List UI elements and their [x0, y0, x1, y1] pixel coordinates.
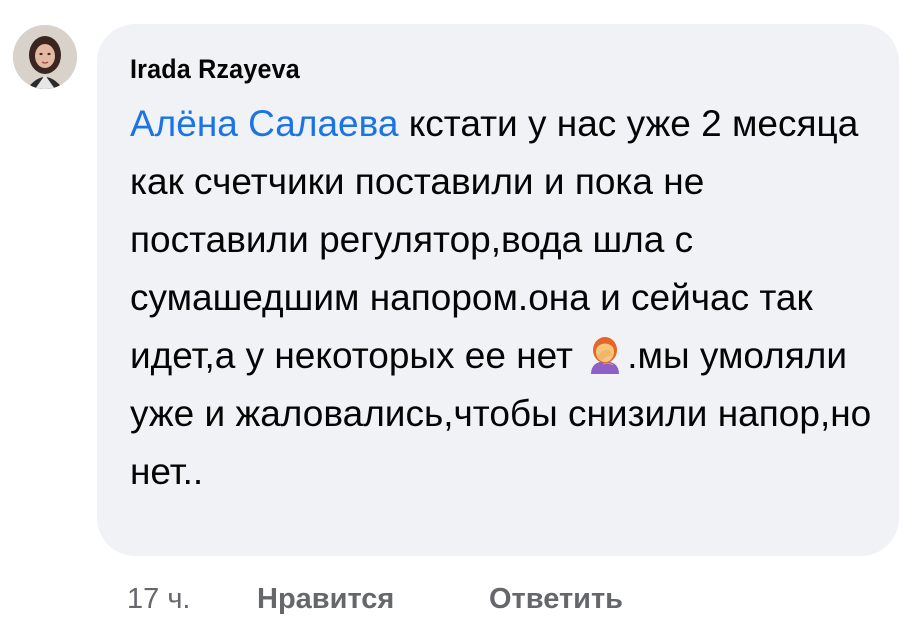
avatar-photo: [13, 25, 77, 89]
comment-bubble: Irada Rzayeva Алёна Салаева кстати у нас…: [97, 24, 899, 556]
comment-text: Алёна Салаева кстати у нас уже 2 месяца …: [130, 95, 890, 501]
comment-actions: 17 ч. Нравится Ответить: [127, 579, 623, 619]
like-button[interactable]: Нравится: [257, 579, 489, 619]
mention-link[interactable]: Алёна Салаева: [130, 103, 398, 144]
person-facepalming-emoji: [591, 337, 620, 374]
comment-author-name[interactable]: Irada Rzayeva: [130, 51, 300, 87]
comment-timestamp[interactable]: 17 ч.: [127, 579, 257, 619]
author-avatar[interactable]: [13, 25, 77, 89]
reply-button[interactable]: Ответить: [489, 579, 623, 619]
